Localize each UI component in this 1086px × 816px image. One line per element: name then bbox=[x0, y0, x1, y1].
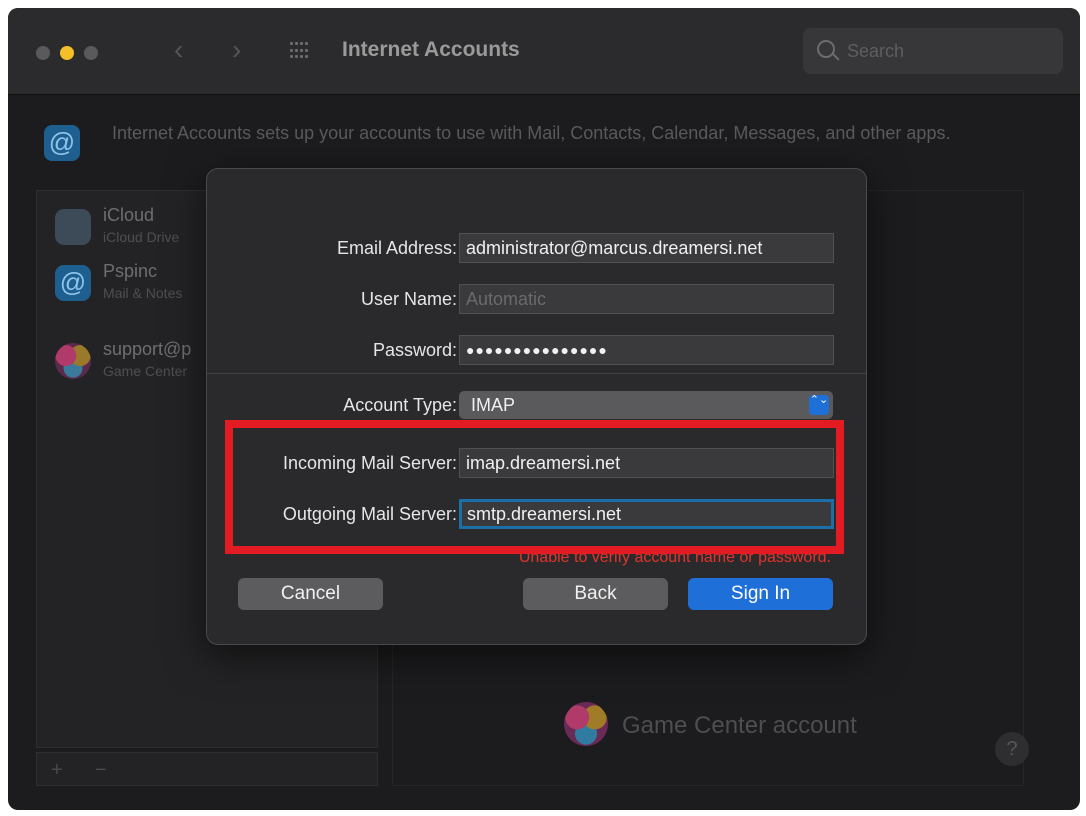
add-mail-account-sheet: Email Address: administrator@marcus.drea… bbox=[206, 168, 867, 645]
header-description: Internet Accounts sets up your accounts … bbox=[112, 123, 951, 143]
password-label: Password: bbox=[372, 340, 457, 360]
user-name-field[interactable]: Automatic bbox=[459, 284, 834, 314]
search-icon bbox=[817, 40, 835, 58]
search-field[interactable]: Search bbox=[803, 28, 1063, 74]
internet-accounts-icon: @ bbox=[44, 125, 80, 161]
sign-in-button[interactable]: Sign In bbox=[688, 578, 833, 610]
sidebar-toolbar: + − bbox=[36, 752, 378, 786]
search-placeholder: Search bbox=[847, 41, 905, 61]
back-arrow-icon[interactable]: ‹ bbox=[174, 36, 183, 64]
cancel-button[interactable]: Cancel bbox=[238, 578, 383, 610]
help-button[interactable]: ? bbox=[995, 732, 1029, 766]
account-type-value: IMAP bbox=[471, 395, 516, 415]
title-bar: ‹ › Internet Accounts Search bbox=[8, 8, 1080, 95]
account-subtitle: Mail & Notes bbox=[103, 285, 183, 301]
window-title: Internet Accounts bbox=[342, 38, 520, 61]
at-icon: @ bbox=[55, 265, 91, 301]
add-account-button[interactable]: + bbox=[51, 759, 63, 782]
account-type-label: Account Type: bbox=[343, 395, 457, 415]
show-all-grid-icon[interactable] bbox=[290, 42, 308, 60]
chevron-up-down-icon: ⌃⌄ bbox=[809, 395, 829, 415]
minimize-button[interactable] bbox=[60, 46, 74, 60]
back-button[interactable]: Back bbox=[523, 578, 668, 610]
account-subtitle: Game Center bbox=[103, 363, 188, 379]
password-field[interactable]: ●●●●●●●●●●●●●●● bbox=[459, 335, 834, 365]
annotation-highlight-box bbox=[225, 420, 844, 554]
divider bbox=[207, 373, 866, 374]
icloud-icon bbox=[55, 209, 91, 245]
account-name: support@p bbox=[103, 339, 192, 359]
email-address-label: Email Address: bbox=[336, 238, 457, 258]
game-center-icon bbox=[55, 343, 91, 379]
user-name-label: User Name: bbox=[360, 289, 457, 309]
game-center-icon bbox=[564, 702, 608, 746]
account-type-select[interactable]: IMAP ⌃⌄ bbox=[459, 391, 833, 419]
account-name: Pspinc bbox=[103, 261, 158, 281]
account-name: iCloud bbox=[103, 205, 155, 225]
zoom-button[interactable] bbox=[84, 46, 98, 60]
remove-account-button[interactable]: − bbox=[95, 759, 107, 782]
game-center-account-label: Game Center account bbox=[622, 712, 857, 739]
forward-arrow-icon[interactable]: › bbox=[232, 36, 241, 64]
email-address-field[interactable]: administrator@marcus.dreamersi.net bbox=[459, 233, 834, 263]
account-subtitle: iCloud Drive bbox=[103, 229, 180, 245]
close-button[interactable] bbox=[36, 46, 50, 60]
